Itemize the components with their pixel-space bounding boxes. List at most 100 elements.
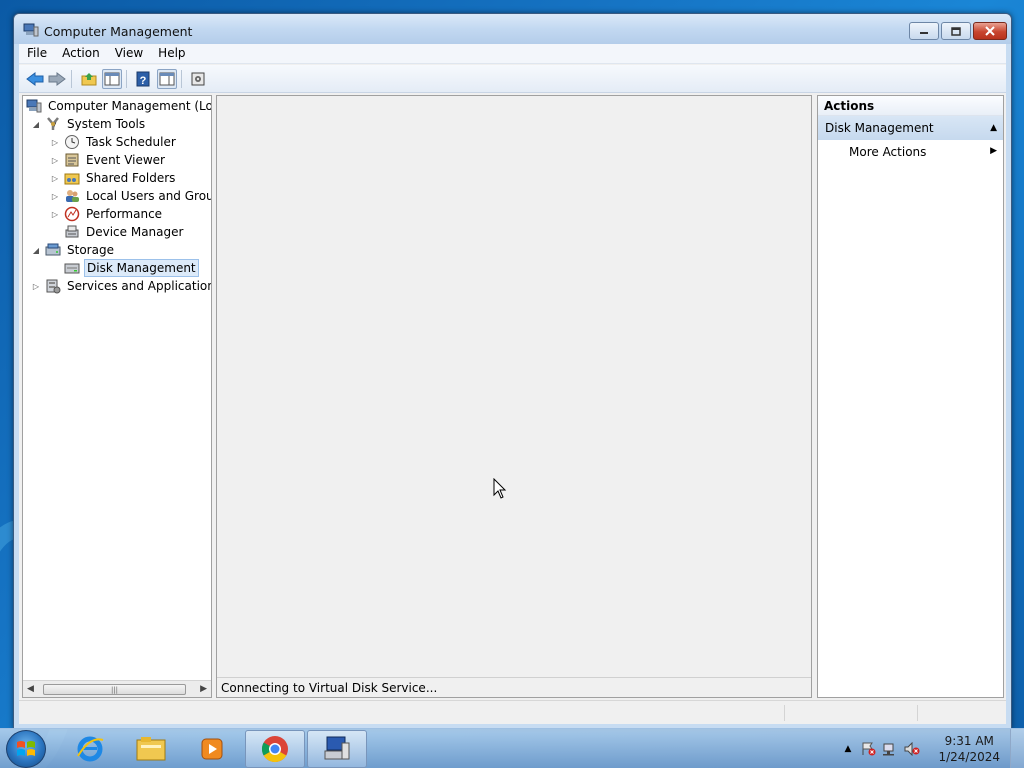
minimize-icon (920, 32, 928, 34)
tree-label: Shared Folders (86, 171, 176, 185)
expand-triangle-icon[interactable]: ▷ (50, 155, 60, 165)
details-pane: Connecting to Virtual Disk Service... (216, 95, 812, 698)
tree-item-device-manager[interactable]: Device Manager (64, 223, 185, 241)
computer-management-icon (324, 736, 350, 760)
toolbar-separator (181, 70, 182, 88)
back-button[interactable] (25, 69, 45, 89)
folder-icon (136, 737, 166, 761)
scroll-right-arrow-icon[interactable]: ▶ (200, 684, 207, 694)
forward-button[interactable] (47, 69, 67, 89)
horizontal-scrollbar[interactable]: ◀ ||| ▶ (23, 680, 211, 697)
status-bar-divider (784, 705, 785, 721)
status-bar-divider (917, 705, 918, 721)
taskbar-media-player[interactable] (182, 730, 242, 768)
tree-item-storage[interactable]: ◢ Storage (31, 241, 116, 259)
performance-icon (64, 206, 80, 222)
tree-item-shared-folders[interactable]: ▷ Shared Folders (50, 169, 177, 187)
tree-item-services-and-applications[interactable]: ▷ Services and Applications (31, 277, 212, 295)
actions-section-label: Disk Management (825, 121, 934, 135)
menu-file[interactable]: File (19, 44, 54, 63)
start-button[interactable] (6, 730, 46, 768)
system-tools-icon (45, 116, 61, 132)
clock[interactable]: 9:31 AM 1/24/2024 (938, 733, 1000, 765)
properties-icon (191, 72, 205, 86)
details-status-text: Connecting to Virtual Disk Service... (217, 677, 811, 697)
menu-action[interactable]: Action (54, 44, 107, 63)
up-one-level-button[interactable] (79, 69, 99, 89)
network-icon[interactable] (882, 742, 898, 756)
close-icon (985, 26, 995, 36)
scroll-left-arrow-icon[interactable]: ◀ (27, 684, 34, 694)
clock-icon (64, 134, 80, 150)
taskbar-windows-explorer[interactable] (121, 730, 181, 768)
expand-triangle-icon[interactable]: ▷ (50, 173, 60, 183)
menu-view[interactable]: View (107, 44, 150, 63)
forward-arrow-icon (48, 72, 66, 86)
more-actions-label: More Actions (849, 145, 927, 159)
tree-item-disk-management[interactable]: Disk Management (64, 259, 199, 277)
expand-triangle-icon[interactable]: ▷ (50, 191, 60, 201)
event-viewer-icon (64, 152, 80, 168)
system-tray: ▲ 9:31 AM 1/24/2024 (834, 729, 1024, 768)
internet-explorer-icon (77, 736, 104, 762)
tree-label: System Tools (67, 117, 146, 131)
tree-label: Local Users and Groups (86, 189, 211, 203)
tree-item-computer-management[interactable]: Computer Management (Local (26, 97, 212, 115)
client-area: File Action View Help ? Computer Managem… (19, 44, 1006, 724)
show-hide-console-tree-icon (104, 72, 120, 86)
tree-label: Event Viewer (86, 153, 165, 167)
chrome-icon (261, 736, 288, 763)
taskbar-internet-explorer[interactable] (60, 730, 120, 768)
scrollbar-thumb[interactable]: ||| (43, 684, 186, 695)
computer-management-icon (26, 98, 42, 114)
tree-item-local-users-and-groups[interactable]: ▷ Local Users and Groups (50, 187, 211, 205)
title-bar[interactable]: Computer Management (14, 14, 1011, 44)
tree-label: Task Scheduler (86, 135, 176, 149)
computer-management-window: Computer Management File Action View Hel… (13, 13, 1012, 729)
toolbar-separator (71, 70, 72, 88)
show-hide-action-pane-button[interactable] (157, 69, 177, 89)
media-player-icon (201, 738, 223, 760)
show-hidden-icons-arrow-icon[interactable]: ▲ (840, 742, 856, 756)
actions-section-disk-management[interactable]: Disk Management ▲ (818, 116, 1003, 140)
window-title: Computer Management (44, 24, 193, 39)
console-tree: Computer Management (Local ◢ System Tool… (22, 95, 212, 698)
expand-triangle-icon[interactable]: ▷ (50, 209, 60, 219)
device-manager-icon (64, 224, 80, 240)
collapse-triangle-icon[interactable]: ◢ (31, 119, 41, 129)
taskbar-chrome[interactable] (245, 730, 305, 768)
taskbar: ▲ 9:31 AM 1/24/2024 (0, 728, 1024, 768)
menu-bar: File Action View Help (19, 44, 1006, 64)
tree-label: Computer Management (Local (48, 99, 212, 113)
more-actions-item[interactable]: More Actions ▶ (818, 140, 1003, 164)
close-button[interactable] (973, 22, 1007, 40)
tree-label: Services and Applications (67, 279, 212, 293)
tree-label: Disk Management (84, 259, 199, 277)
tree-item-task-scheduler[interactable]: ▷ Task Scheduler (50, 133, 178, 151)
properties-button[interactable] (188, 69, 208, 89)
tree-item-event-viewer[interactable]: ▷ Event Viewer (50, 151, 167, 169)
minimize-button[interactable] (909, 22, 939, 40)
help-button[interactable]: ? (133, 69, 153, 89)
tree-item-system-tools[interactable]: ◢ System Tools (31, 115, 147, 133)
status-bar (19, 700, 1006, 724)
tree-item-performance[interactable]: ▷ Performance (50, 205, 164, 223)
show-hide-console-tree-button[interactable] (102, 69, 122, 89)
taskbar-computer-management[interactable] (307, 730, 367, 768)
collapse-up-arrow-icon[interactable]: ▲ (990, 123, 997, 133)
mouse-cursor-icon (493, 478, 507, 499)
maximize-button[interactable] (941, 22, 971, 40)
show-desktop-button[interactable] (1010, 729, 1024, 768)
tree-label: Device Manager (86, 225, 184, 239)
menu-help[interactable]: Help (150, 44, 192, 63)
actions-header: Actions (818, 96, 1003, 116)
expand-triangle-icon[interactable]: ▷ (50, 137, 60, 147)
action-center-flag-icon[interactable] (860, 742, 876, 756)
volume-muted-icon[interactable] (904, 742, 920, 756)
disk-management-icon (64, 260, 80, 276)
windows-logo-icon (17, 741, 35, 756)
collapse-triangle-icon[interactable]: ◢ (31, 245, 41, 255)
svg-text:?: ? (140, 75, 147, 87)
users-icon (64, 188, 80, 204)
expand-triangle-icon[interactable]: ▷ (31, 281, 41, 291)
